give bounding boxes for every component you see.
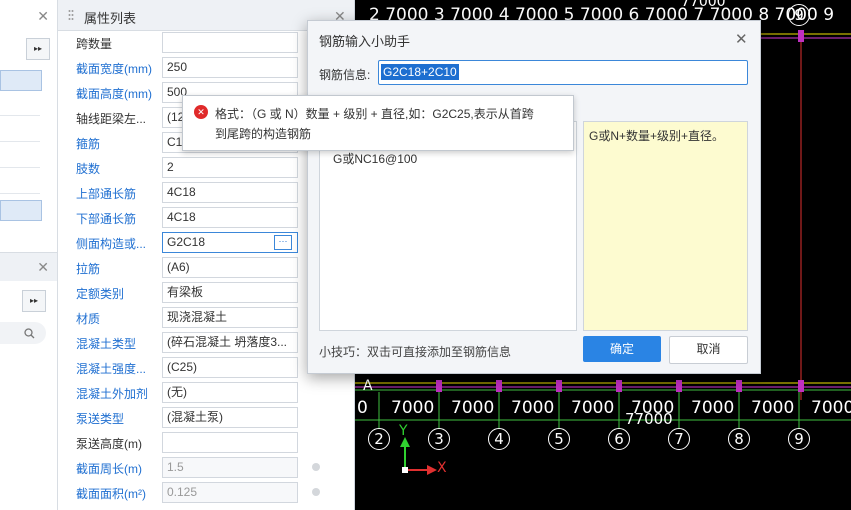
table-row: 混凝土外加剂 (无) bbox=[58, 380, 354, 405]
drag-handle-icon[interactable] bbox=[68, 9, 74, 21]
property-name: 下部通长筋 bbox=[76, 212, 137, 226]
table-row: 截面面积(m²) 0.125 bbox=[58, 480, 354, 505]
cad-axis-circle: 7 bbox=[668, 428, 690, 450]
property-value[interactable]: (碎石混凝土 坍落度3... bbox=[162, 332, 298, 353]
property-value[interactable] bbox=[162, 32, 298, 53]
dialog-close-icon[interactable]: ✕ bbox=[735, 30, 748, 48]
format-tooltip: ✕ 格式：（G 或 N）数量 + 级别 + 直径,如：G2C25,表示从首跨 到… bbox=[182, 95, 574, 151]
property-value[interactable]: 有梁板 bbox=[162, 282, 298, 303]
cad-axis-circle: 9 bbox=[788, 428, 810, 450]
error-icon: ✕ bbox=[194, 105, 208, 119]
property-value[interactable]: 现浇混凝土 bbox=[162, 307, 298, 328]
left-panel-more-button-2[interactable]: ▸▸ bbox=[22, 290, 46, 312]
property-value[interactable]: (C25) bbox=[162, 357, 298, 378]
property-name: 定额类别 bbox=[76, 287, 125, 301]
search-icon bbox=[24, 328, 35, 339]
left-panel-close-icon[interactable]: ✕ bbox=[37, 8, 49, 25]
cad-dimension-text: 7000 bbox=[391, 398, 435, 418]
property-name: 泵送类型 bbox=[76, 412, 125, 426]
cad-dimension-text: 7000 bbox=[751, 398, 795, 418]
cad-dimension-text: 7000 bbox=[571, 398, 615, 418]
property-name: 混凝土外加剂 bbox=[76, 387, 149, 401]
cad-dimension-text: 0 bbox=[357, 398, 368, 418]
property-name: 轴线距梁左... bbox=[76, 112, 147, 126]
rebar-info-value: G2C18+2C10 bbox=[381, 64, 459, 80]
tooltip-line-2: 到尾跨的构造钢筋 bbox=[215, 127, 312, 141]
ok-button[interactable]: 确定 bbox=[583, 336, 661, 362]
left-panel: ✕ ▸▸ ✕ ▸▸ bbox=[0, 0, 58, 510]
cancel-button[interactable]: 取消 bbox=[669, 336, 748, 364]
property-value[interactable]: 0.125 bbox=[162, 482, 298, 503]
property-name: 混凝土强度... bbox=[76, 362, 147, 376]
property-name: 肢数 bbox=[76, 162, 101, 176]
property-value[interactable]: 2 bbox=[162, 157, 298, 178]
radio-indicator[interactable] bbox=[312, 488, 320, 496]
rebar-input-dialog: 钢筋输入小助手 ✕ 钢筋信息: G2C18+2C10 G或NC16@100 G或… bbox=[307, 20, 761, 374]
cad-top-total: 77000 bbox=[681, 0, 726, 10]
cad-axis-circle: 6 bbox=[608, 428, 630, 450]
list-item[interactable] bbox=[0, 148, 40, 168]
cad-row-label: A bbox=[363, 378, 373, 394]
property-value[interactable]: (A6) bbox=[162, 257, 298, 278]
table-row: 泵送类型 (混凝土泵) bbox=[58, 405, 354, 430]
property-value[interactable]: 250 bbox=[162, 57, 298, 78]
property-value[interactable]: 1.5 bbox=[162, 457, 298, 478]
cad-axis-circle: 5 bbox=[548, 428, 570, 450]
property-value[interactable]: 4C18 bbox=[162, 207, 298, 228]
cad-x-axis-label: X bbox=[437, 460, 447, 476]
table-row: 截面周长(m) 1.5 bbox=[58, 455, 354, 480]
cad-axis-circle: 4 bbox=[488, 428, 510, 450]
property-name: 截面高度(mm) bbox=[76, 87, 152, 101]
property-name: 材质 bbox=[76, 312, 101, 326]
cad-axis-circle: 2 bbox=[368, 428, 390, 450]
list-item[interactable] bbox=[0, 122, 40, 142]
cad-bottom-total: 77000 bbox=[625, 410, 673, 428]
cad-y-axis-label: Y bbox=[399, 423, 408, 439]
property-name: 跨数量 bbox=[76, 37, 113, 51]
dialog-title: 钢筋输入小助手 bbox=[319, 34, 411, 49]
left-panel-close-icon-2[interactable]: ✕ bbox=[37, 259, 49, 276]
radio-indicator[interactable] bbox=[312, 463, 320, 471]
left-panel-more-button[interactable]: ▸▸ bbox=[26, 38, 50, 60]
cad-dimension-text: 7000 bbox=[511, 398, 555, 418]
property-name: 泵送高度(m) bbox=[76, 437, 142, 451]
rebar-info-label: 钢筋信息: bbox=[319, 68, 371, 82]
property-panel-title: 属性列表 bbox=[84, 11, 137, 26]
cad-dimension-text: 7000 bbox=[451, 398, 495, 418]
hint-panel: G或N+数量+级别+直径。 bbox=[583, 121, 748, 331]
list-item[interactable] bbox=[0, 70, 42, 91]
property-name: 箍筋 bbox=[76, 137, 101, 151]
rebar-info-input[interactable]: G2C18+2C10 bbox=[378, 60, 748, 85]
property-name: 侧面构造或... bbox=[76, 237, 147, 251]
cad-dimension-text: 7000 bbox=[691, 398, 735, 418]
cad-axis-circle: 3 bbox=[428, 428, 450, 450]
cad-axis-circle-top: 9 bbox=[788, 4, 810, 26]
property-name: 拉筋 bbox=[76, 262, 101, 276]
list-item[interactable] bbox=[0, 96, 40, 116]
property-value[interactable]: 4C18 bbox=[162, 182, 298, 203]
table-row: 泵送高度(m) bbox=[58, 430, 354, 455]
ellipsis-button[interactable]: ··· bbox=[274, 235, 292, 250]
tip-text: 小技巧：双击可直接添加至钢筋信息 bbox=[319, 345, 512, 359]
property-value[interactable]: (混凝土泵) bbox=[162, 407, 298, 428]
property-value[interactable] bbox=[162, 432, 298, 453]
property-name: 截面面积(m²) bbox=[76, 487, 146, 501]
search-input[interactable] bbox=[0, 322, 46, 344]
cad-axis-circle: 8 bbox=[728, 428, 750, 450]
property-name: 截面周长(m) bbox=[76, 462, 142, 476]
tooltip-line-1: 格式：（G 或 N）数量 + 级别 + 直径,如：G2C25,表示从首跨 bbox=[215, 107, 534, 121]
property-name: 上部通长筋 bbox=[76, 187, 137, 201]
hint-text: G或N+数量+级别+直径。 bbox=[589, 129, 725, 143]
list-item[interactable] bbox=[0, 200, 42, 221]
rebar-format-list[interactable]: G或NC16@100 bbox=[319, 121, 577, 331]
property-name: 截面宽度(mm) bbox=[76, 62, 152, 76]
cad-dimension-text: 7000 bbox=[811, 398, 851, 418]
list-item[interactable] bbox=[0, 174, 40, 194]
property-value[interactable]: (无) bbox=[162, 382, 298, 403]
property-name: 混凝土类型 bbox=[76, 337, 137, 351]
list-item[interactable]: G或NC16@100 bbox=[333, 150, 417, 167]
